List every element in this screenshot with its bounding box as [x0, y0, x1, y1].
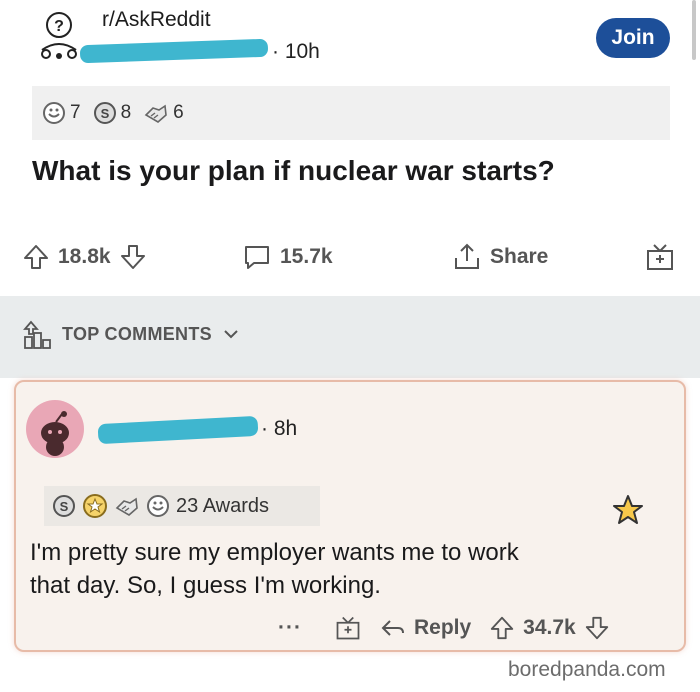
sort-comments-button[interactable]: TOP COMMENTS	[22, 318, 240, 350]
comment-score: 34.7k	[523, 616, 576, 639]
upvote-arrow-icon[interactable]	[489, 615, 515, 641]
silver-award-icon: S	[53, 495, 75, 517]
subreddit-name[interactable]: r/AskReddit	[102, 8, 211, 32]
comment-bubble-icon	[245, 246, 269, 269]
give-award-icon[interactable]	[334, 614, 362, 642]
commenter-avatar[interactable]	[26, 400, 84, 458]
watermark-text: boredpanda.com	[508, 658, 666, 681]
award-item: S 8	[93, 101, 132, 125]
chevron-down-icon	[224, 330, 238, 339]
upvote-count: 18.8k	[58, 245, 111, 268]
comment-body: I'm pretty sure my employer wants me to …	[30, 536, 650, 602]
silver-award-icon: S	[93, 102, 116, 124]
wholesome-award-icon	[43, 102, 65, 124]
share-label: Share	[490, 245, 549, 268]
top-comments-label: TOP COMMENTS	[62, 323, 212, 344]
comment-awards-count: 23 Awards	[176, 494, 270, 517]
join-button[interactable]: Join	[596, 18, 670, 58]
reply-arrow-icon	[381, 620, 404, 636]
post-timestamp: · 10h	[272, 40, 320, 63]
comments-button[interactable]: 15.7k	[242, 243, 452, 271]
comment-card: · 8h S 23 Awards I'm pretty sure my empl…	[14, 380, 686, 652]
svg-text:?: ?	[54, 18, 64, 35]
downvote-arrow-icon[interactable]	[584, 615, 610, 641]
helpful-award-icon	[144, 104, 167, 123]
comment-awards-bar[interactable]: S 23 Awards	[44, 486, 320, 526]
award-count: 6	[173, 102, 184, 123]
sort-ranking-icon	[23, 320, 51, 349]
subreddit-avatar-icon[interactable]: ?	[34, 10, 84, 62]
post-title[interactable]: What is your plan if nuclear war starts?	[32, 155, 555, 187]
post-awards-bar[interactable]: 7 S 8 6	[32, 86, 670, 140]
upvote-arrow-icon[interactable]	[22, 243, 50, 271]
comment-actions: ··· Reply 34.7k	[278, 610, 610, 646]
comment-count: 15.7k	[280, 245, 333, 268]
reply-button[interactable]: Reply	[380, 616, 471, 640]
award-count: 7	[70, 102, 81, 123]
reply-label: Reply	[413, 616, 472, 639]
downvote-arrow-icon[interactable]	[119, 243, 147, 271]
comment-timestamp: · 8h	[261, 417, 298, 440]
gold-award-icon	[83, 494, 107, 518]
comment-vote-group: 34.7k	[489, 615, 610, 641]
star-award-icon	[613, 495, 643, 524]
snoo-avatar-icon	[41, 411, 69, 456]
svg-text:S: S	[100, 106, 109, 121]
comment-text-line: that day. So, I guess I'm working.	[30, 572, 381, 599]
redacted-username	[79, 38, 269, 64]
more-options-button[interactable]: ···	[278, 616, 302, 640]
wholesome-award-icon	[147, 495, 169, 517]
helpful-award-icon	[115, 497, 138, 516]
award-item: 6	[143, 101, 184, 125]
redacted-username	[97, 415, 259, 445]
share-button[interactable]: Share	[452, 242, 642, 272]
post-actions: 18.8k 15.7k Share	[22, 232, 682, 282]
vote-group: 18.8k	[22, 243, 222, 271]
share-icon	[455, 243, 479, 269]
comment-text-line: I'm pretty sure my employer wants me to …	[30, 539, 519, 566]
give-award-icon[interactable]	[644, 241, 676, 273]
award-count: 8	[120, 102, 132, 123]
svg-text:S: S	[60, 499, 69, 514]
post-card: ? r/AskReddit · 10h Join 7 S 8 6 What is…	[0, 0, 700, 296]
award-item: 7	[42, 101, 81, 125]
scrollbar[interactable]	[692, 0, 696, 60]
